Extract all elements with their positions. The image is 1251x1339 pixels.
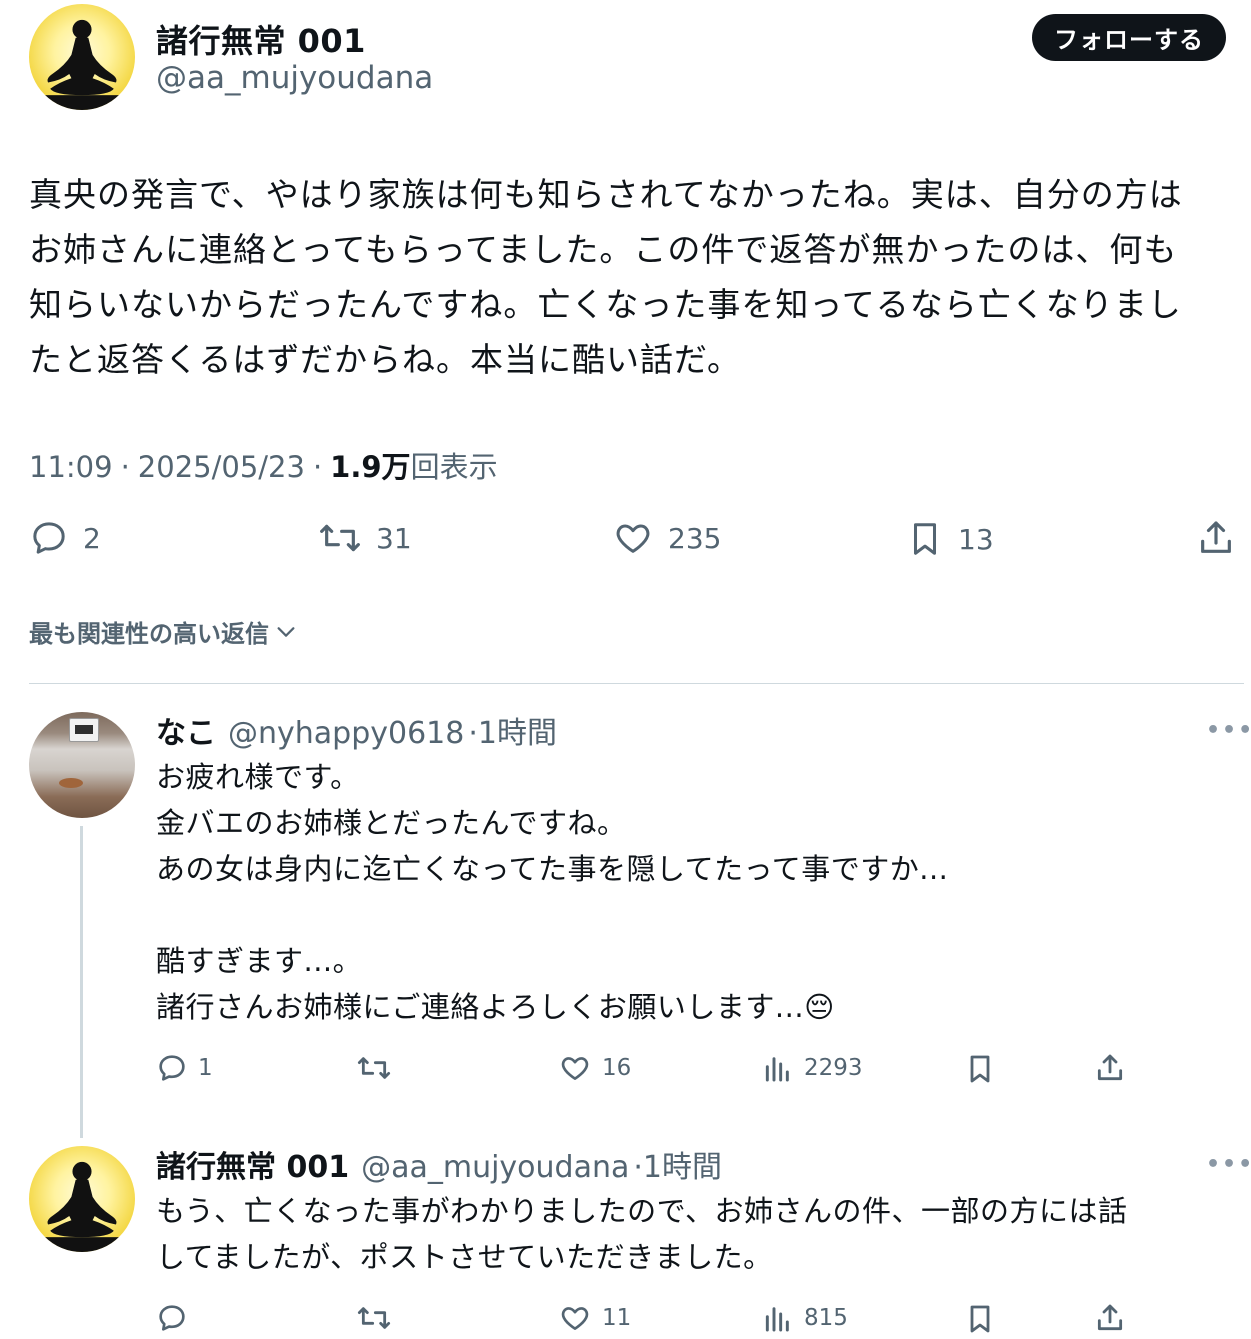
reply-text: お疲れ様です。 金バエのお姉様とだったんですね。 あの女は身内に迄亡くなってた事… <box>156 760 949 1024</box>
section-divider <box>29 683 1244 684</box>
meta-separator: · <box>312 450 323 484</box>
reply-count: 2 <box>83 521 101 555</box>
repost-icon <box>357 1057 391 1079</box>
repost-action[interactable] <box>356 1302 392 1334</box>
meditation-silhouette-icon <box>29 19 135 110</box>
reply-icon <box>33 522 65 554</box>
reply-author-name[interactable]: 諸行無常 001 <box>156 1142 349 1186</box>
thread-line <box>80 826 83 1138</box>
post-meta: 11:09 · 2025/05/23 · 1.9 万 回表示 <box>29 444 498 486</box>
repost-icon <box>320 524 360 552</box>
reply-action[interactable]: 2 <box>29 518 101 558</box>
bookmark-icon <box>970 1055 990 1083</box>
bookmark-icon <box>970 1305 990 1333</box>
like-action[interactable]: 235 <box>612 518 721 558</box>
bookmark-action[interactable] <box>964 1052 996 1086</box>
bookmark-action[interactable] <box>964 1302 996 1336</box>
reply-action[interactable]: 1 <box>156 1052 213 1084</box>
author-avatar[interactable] <box>29 4 135 110</box>
repost-action[interactable] <box>356 1052 392 1084</box>
chevron-down-icon <box>277 626 295 637</box>
meta-separator: · <box>120 450 130 484</box>
reply-icon <box>159 1055 185 1081</box>
more-options-icon[interactable]: ••• <box>1206 718 1251 743</box>
sort-label: 最も関連性の高い返信 <box>29 620 269 648</box>
views-count: 1.9 <box>330 450 382 484</box>
like-action[interactable]: 11 <box>558 1302 631 1334</box>
author-handle[interactable]: @aa_mujyoudana <box>156 60 433 96</box>
like-count: 16 <box>602 1055 632 1081</box>
views-unit: 万 <box>381 450 411 484</box>
heart-icon <box>561 1307 589 1330</box>
reply-time[interactable]: ·1時間 <box>633 1142 722 1186</box>
share-action[interactable] <box>1094 1302 1126 1334</box>
post-text: 真央の発言で、やはり家族は何も知らされてなかったね。実は、自分の方は お姉さんに… <box>29 167 1244 387</box>
analytics-icon <box>765 1307 789 1332</box>
post-text-line: たと返答くるはずだからね。本当に酷い話だ。 <box>29 340 742 379</box>
repost-action[interactable]: 31 <box>318 518 412 558</box>
views-label: 回表示 <box>410 450 498 484</box>
repost-count: 31 <box>376 521 412 555</box>
reply-author-handle[interactable]: @aa_mujyoudana <box>361 1150 629 1185</box>
reply-avatar[interactable] <box>29 1146 135 1252</box>
post-text-line: 真央の発言で、やはり家族は何も知らされてなかったね。実は、自分の方は <box>29 175 1183 214</box>
share-action[interactable] <box>1196 518 1236 558</box>
views-action[interactable]: 2293 <box>762 1052 863 1084</box>
follow-button[interactable]: フォローする <box>1032 14 1226 61</box>
share-icon <box>1097 1304 1123 1331</box>
reply-time[interactable]: ·1時間 <box>468 708 557 752</box>
like-count: 11 <box>602 1305 632 1331</box>
reply-action[interactable] <box>156 1302 188 1334</box>
reply-avatar[interactable] <box>29 712 135 818</box>
post-date[interactable]: 2025/05/23 <box>138 450 305 484</box>
analytics-icon <box>765 1057 789 1082</box>
heart-icon <box>561 1057 589 1080</box>
like-action[interactable]: 16 <box>558 1052 631 1084</box>
heart-icon <box>616 524 650 553</box>
reply-author-name[interactable]: なこ <box>156 708 216 752</box>
bookmark-icon <box>913 523 937 555</box>
post-time[interactable]: 11:09 <box>29 450 113 484</box>
meditation-silhouette-icon <box>29 1161 135 1252</box>
share-icon <box>1201 521 1231 553</box>
reply-sort-dropdown[interactable]: 最も関連性の高い返信 <box>29 614 297 649</box>
reply-icon <box>159 1305 185 1331</box>
reply-header: 諸行無常 001 @aa_mujyoudana ·1時間 <box>156 1142 722 1186</box>
reply-count: 1 <box>198 1055 213 1081</box>
avatar-puddle-shape <box>59 778 83 788</box>
views-count: 2293 <box>804 1055 863 1081</box>
views-count: 815 <box>804 1305 848 1331</box>
bookmark-action[interactable]: 13 <box>906 518 994 560</box>
repost-icon <box>357 1307 391 1329</box>
more-options-icon[interactable]: ••• <box>1206 1152 1251 1177</box>
views-action[interactable]: 815 <box>762 1302 848 1334</box>
reply-header: なこ @nyhappy0618 ·1時間 <box>156 708 557 752</box>
author-name[interactable]: 諸行無常 001 <box>156 16 366 62</box>
like-count: 235 <box>668 521 722 555</box>
post-text-line: お姉さんに連絡とってもらってました。この件で返答が無かったのは、何も <box>29 230 1178 269</box>
avatar-panel-shape <box>69 718 99 742</box>
share-icon <box>1097 1054 1123 1081</box>
reply-text: もう、亡くなった事がわかりましたので、お姉さんの件、一部の方には話 してましたが… <box>156 1194 1128 1274</box>
reply-author-handle[interactable]: @nyhappy0618 <box>228 716 464 751</box>
bookmark-count: 13 <box>958 522 994 556</box>
share-action[interactable] <box>1094 1052 1126 1084</box>
post-text-line: 知らいないからだったんですね。亡くなった事を知ってるなら亡くなりまし <box>29 285 1182 324</box>
